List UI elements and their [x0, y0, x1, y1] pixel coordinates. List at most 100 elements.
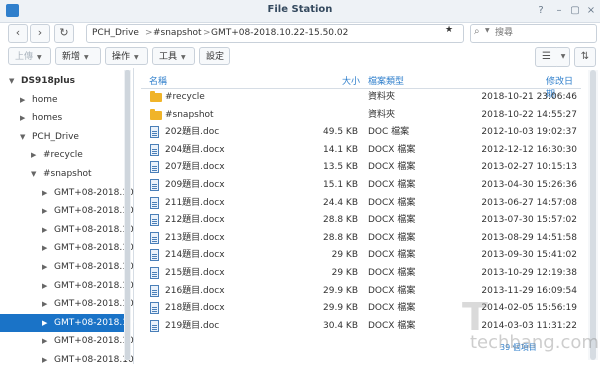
file-type: DOCX 檔案	[368, 268, 416, 278]
refresh-button[interactable]: ↻	[54, 24, 74, 43]
tree-scrollbar-thumb[interactable]	[125, 70, 130, 360]
chevron-down-icon: ▼	[84, 54, 89, 61]
table-row[interactable]: 209題目.docx 15.1 KB DOCX 檔案 2013-04-30 15:26…	[141, 177, 581, 195]
tree-item[interactable]: ▶ GMT+08-2018.10	[0, 258, 134, 276]
table-row[interactable]: #snapshot 資料夾 2018-10-22 14:55:27	[141, 107, 581, 125]
star-icon[interactable]: ★	[445, 25, 453, 35]
column-size[interactable]: 大小	[342, 74, 360, 87]
expand-arrow-right-icon[interactable]: ▶	[42, 332, 47, 350]
file-list-scrollbar-thumb[interactable]	[590, 70, 596, 360]
file-modified: 2013-02-27 10:15:13	[481, 162, 577, 173]
upload-label: 上傳	[15, 52, 34, 62]
expand-arrow-right-icon[interactable]: ▶	[42, 239, 47, 257]
search-input[interactable]	[495, 27, 590, 39]
table-row[interactable]: 211題目.docx 24.4 KB DOCX 檔案 2013-06-27 14:57…	[141, 195, 581, 213]
tree-item[interactable]: ▶ GMT+08-2018.10	[0, 351, 134, 369]
table-row[interactable]: 212題目.docx 28.8 KB DOCX 檔案 2013-07-30 15:57…	[141, 212, 581, 230]
maximize-icon[interactable]: ▢	[568, 4, 582, 17]
expand-arrow-right-icon[interactable]: ▶	[42, 184, 47, 202]
minimize-icon[interactable]: –	[552, 4, 566, 17]
back-button[interactable]: ‹	[8, 24, 28, 43]
table-row[interactable]: 204題目.docx 14.1 KB DOCX 檔案 2012-12-12 16:30…	[141, 142, 581, 160]
expand-arrow-right-icon[interactable]: ▶	[42, 295, 47, 313]
file-type: DOCX 檔案	[368, 180, 416, 190]
list-view-button[interactable]: ☰	[535, 47, 559, 67]
create-button[interactable]: 新增 ▼	[55, 47, 101, 65]
tree-item[interactable]: ▶ #recycle	[0, 146, 124, 164]
tree-item-label: #snapshot	[43, 169, 92, 179]
forward-button[interactable]: ›	[30, 24, 50, 43]
column-name[interactable]: 名稱	[149, 74, 167, 87]
upload-button[interactable]: 上傳 ▼	[8, 47, 51, 65]
tree-item-label: PCH_Drive	[32, 131, 79, 142]
tools-button[interactable]: 工具 ▼	[152, 47, 195, 65]
expand-arrow-right-icon[interactable]: ▶	[20, 109, 25, 127]
table-row[interactable]: 216題目.docx 29.9 KB DOCX 檔案 2013-11-29 16:09…	[141, 283, 581, 301]
expand-arrow-down-icon[interactable]: ▼	[20, 128, 25, 146]
tree-item[interactable]: ▶ GMT+08-2018.10	[0, 313, 134, 332]
tree-item[interactable]: ▶ GMT+08-2018.10	[0, 332, 134, 350]
breadcrumb-item[interactable]: GMT+08-2018.10.22-15.50.02	[211, 28, 348, 38]
expand-arrow-right-icon[interactable]: ▶	[42, 351, 47, 369]
expand-arrow-right-icon[interactable]: ▶	[42, 202, 47, 220]
file-size: 28.8 KB	[323, 215, 358, 226]
table-row[interactable]: 202題目.doc 49.5 KB DOC 檔案 2012-10-03 19:02:3…	[141, 124, 581, 142]
file-type: DOCX 檔案	[368, 197, 416, 208]
tools-label: 工具	[159, 52, 178, 62]
expand-arrow-right-icon[interactable]: ▶	[31, 146, 36, 164]
table-row[interactable]: 218題目.docx 29.9 KB DOCX 檔案 2014-02-05 15:56…	[141, 300, 581, 318]
action-label: 操作	[112, 52, 131, 62]
help-icon[interactable]: ?	[534, 4, 548, 17]
tree-item[interactable]: ▶ homes	[0, 109, 124, 127]
chevron-down-icon[interactable]: ▼	[485, 27, 490, 34]
tree-item-label: GMT+08-2018.10	[54, 224, 134, 235]
search-box[interactable]: ⌕ ▼	[470, 24, 597, 43]
expand-arrow-right-icon[interactable]: ▶	[42, 258, 47, 276]
file-name: 213題目.docx	[165, 232, 225, 243]
sort-button[interactable]: ⇅	[574, 47, 596, 67]
file-list: 名稱 大小 檔案類型 修改日期 #recycle 資料夾 2018-10-21 23…	[141, 68, 600, 364]
view-options-dropdown[interactable]: ▼	[557, 47, 570, 67]
action-button[interactable]: 操作 ▼	[105, 47, 148, 65]
window-title: File Station	[267, 4, 333, 15]
file-size: 28.8 KB	[323, 232, 358, 243]
breadcrumb-item[interactable]: #snapshot	[153, 28, 202, 38]
tree-item[interactable]: ▶ GMT+08-2018.10	[0, 295, 134, 313]
tree-item[interactable]: ▶ GMT+08-2018.10	[0, 202, 134, 220]
tree-item[interactable]: ▼ #snapshot	[0, 165, 124, 183]
chevron-down-icon: ▼	[37, 54, 42, 61]
file-list-scrollbar[interactable]	[588, 70, 598, 360]
expand-arrow-right-icon[interactable]: ▶	[20, 91, 25, 109]
document-icon	[150, 179, 159, 191]
file-type: DOCX 檔案	[368, 320, 416, 331]
breadcrumb-item[interactable]: PCH_Drive	[92, 28, 139, 38]
tree-item[interactable]: ▶ GMT+08-2018.10	[0, 221, 134, 239]
file-modified: 2013-08-29 14:51:58	[481, 232, 577, 243]
tree-item[interactable]: ▼ DS918plus	[0, 72, 124, 90]
table-row[interactable]: 215題目.docx 29 KB DOCX 檔案 2013-10-29 12:19:3…	[141, 265, 581, 283]
expand-arrow-right-icon[interactable]: ▶	[42, 221, 47, 239]
tree-item[interactable]: ▶ GMT+08-2018.10	[0, 239, 134, 257]
file-name: 215題目.docx	[165, 268, 225, 278]
close-icon[interactable]: ×	[584, 4, 598, 17]
tree-item[interactable]: ▶ home	[0, 91, 124, 109]
table-row[interactable]: 214題目.docx 29 KB DOCX 檔案 2013-09-30 15:41:0…	[141, 247, 581, 265]
tree-scrollbar[interactable]	[124, 70, 131, 360]
file-type: DOCX 檔案	[368, 144, 416, 155]
expand-arrow-down-icon[interactable]: ▼	[9, 72, 14, 90]
table-row[interactable]: #recycle 資料夾 2018-10-21 23:06:46	[141, 89, 581, 107]
table-row[interactable]: 207題目.docx 13.5 KB DOCX 檔案 2013-02-27 10:15…	[141, 159, 581, 177]
column-type[interactable]: 檔案類型	[368, 74, 404, 87]
tree-item[interactable]: ▼ PCH_Drive	[0, 128, 124, 146]
file-type: DOCX 檔案	[368, 162, 416, 173]
table-row[interactable]: 213題目.docx 28.8 KB DOCX 檔案 2013-08-29 14:51…	[141, 230, 581, 248]
tree-item-label: GMT+08-2018.10	[54, 262, 134, 272]
file-modified: 2012-12-12 16:30:30	[481, 144, 577, 155]
tree-item[interactable]: ▶ GMT+08-2018.10	[0, 277, 134, 295]
tree-item[interactable]: ▶ GMT+08-2018.10	[0, 184, 134, 202]
expand-arrow-right-icon[interactable]: ▶	[42, 277, 47, 295]
expand-arrow-right-icon[interactable]: ▶	[42, 314, 47, 332]
settings-button[interactable]: 設定	[199, 47, 230, 65]
expand-arrow-down-icon[interactable]: ▼	[31, 165, 36, 183]
file-name: 202題目.doc	[165, 127, 220, 138]
